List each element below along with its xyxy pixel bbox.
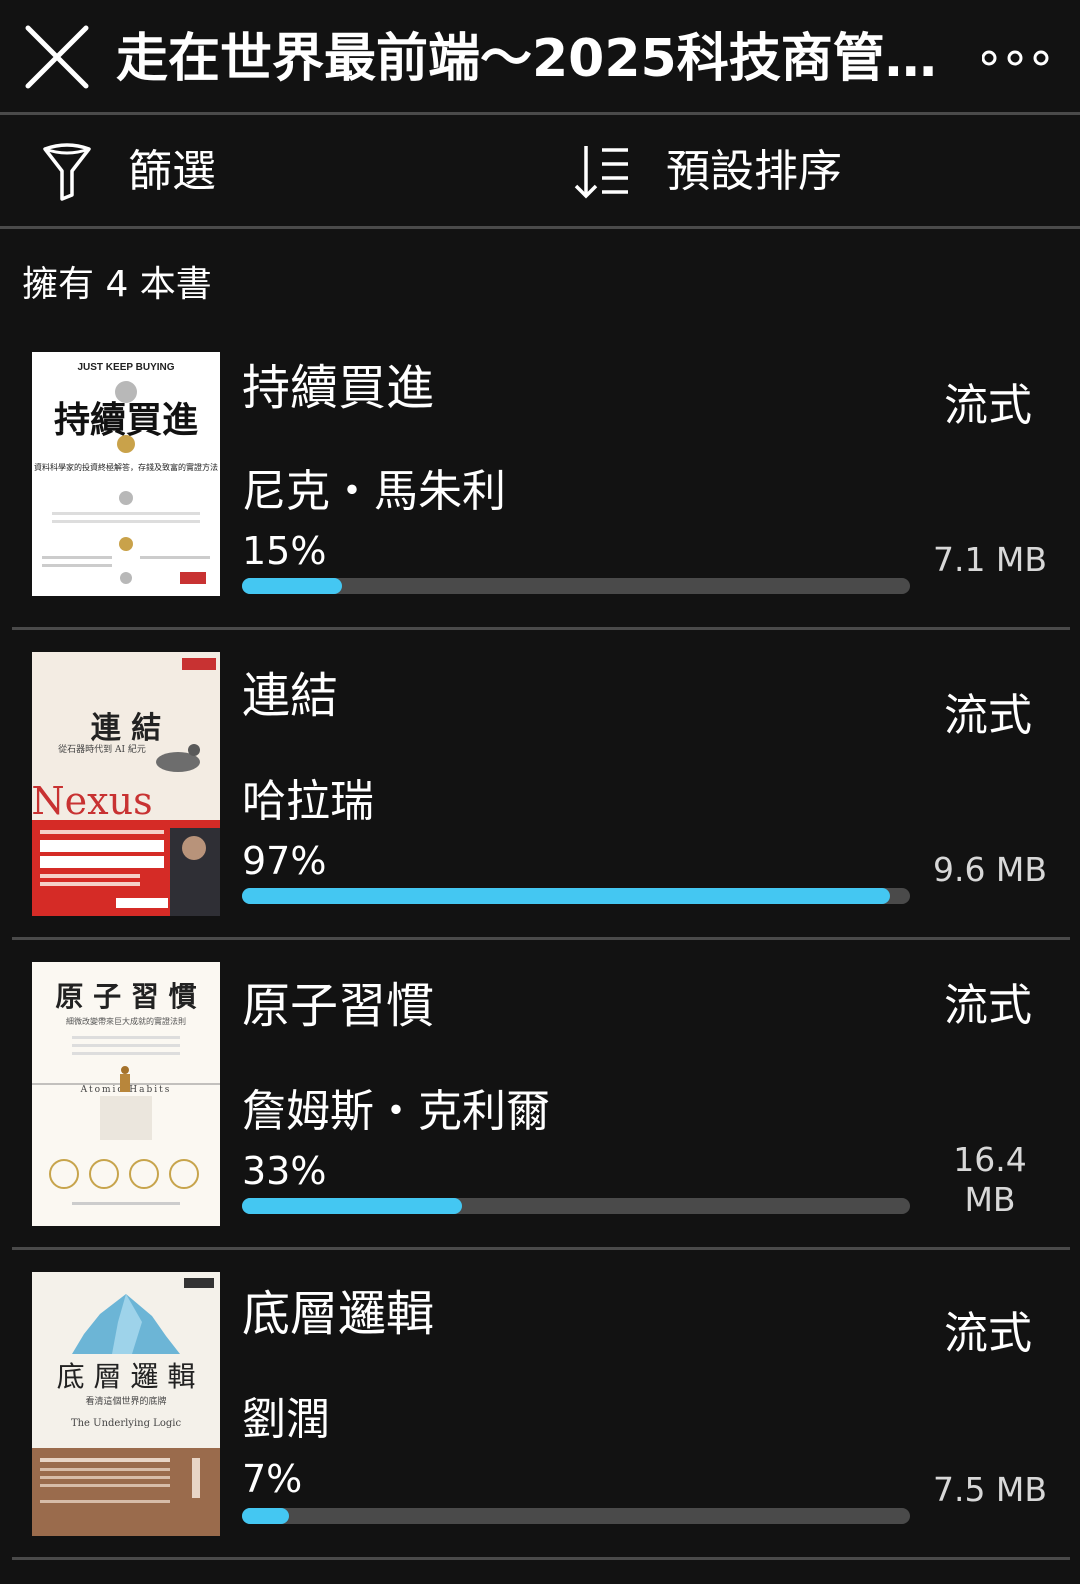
book-author: 劉潤 <box>242 1394 330 1445</box>
cover-tagline: Nexus <box>32 779 153 823</box>
toolbar-divider <box>0 226 1080 229</box>
toolbar: 篩選 預設排序 <box>0 116 1080 228</box>
book-format: 流式 <box>944 980 1032 1031</box>
cover-tagline: The Underlying Logic <box>71 1418 182 1429</box>
filter-button[interactable]: 篩選 <box>42 142 216 202</box>
progress-percent: 33% <box>242 1149 327 1193</box>
book-title: 原子習慣 <box>242 978 435 1034</box>
sort-descending-icon <box>574 146 628 199</box>
list-divider <box>12 1557 1070 1560</box>
book-cover: 底 層 邏 輯 看清這個世界的底牌 The Underlying Logic <box>32 1272 220 1536</box>
book-item[interactable]: 底 層 邏 輯 看清這個世界的底牌 The Underlying Logic 底… <box>0 1270 1080 1570</box>
progress-bar <box>242 578 910 594</box>
list-divider <box>12 937 1070 940</box>
book-title: 底層邏輯 <box>242 1286 435 1342</box>
sort-button[interactable]: 預設排序 <box>574 142 842 202</box>
more-options-button[interactable] <box>981 44 1052 72</box>
progress-bar-fill <box>242 1198 463 1214</box>
filter-funnel-icon <box>43 143 91 201</box>
progress-percent: 15% <box>242 529 327 573</box>
sort-label: 預設排序 <box>666 146 842 197</box>
progress-bar-fill <box>242 1508 289 1524</box>
book-author: 尼克・馬朱利 <box>242 466 506 517</box>
list-divider <box>12 1247 1070 1250</box>
top-bar: 走在世界最前端～2025科技商管閱... <box>0 0 1080 114</box>
progress-bar-fill <box>242 888 890 904</box>
book-item[interactable]: 連 結 從石器時代到 AI 紀元 Nexus 連結 流式 哈拉瑞 97% 9.6… <box>0 650 1080 950</box>
cover-headline: 底 層 邏 輯 <box>57 1360 196 1393</box>
book-author: 詹姆斯・克利爾 <box>242 1086 550 1137</box>
cover-subtitle: 從石器時代到 AI 紀元 <box>58 743 146 755</box>
header-divider <box>0 112 1080 115</box>
book-item[interactable]: 原 子 習 慣 細微改變帶來巨大成就的實證法則 Atomic Habits 原子… <box>0 962 1080 1262</box>
filter-label: 篩選 <box>128 146 216 197</box>
close-icon <box>25 25 89 89</box>
book-author: 哈拉瑞 <box>242 776 374 827</box>
book-format: 流式 <box>944 380 1032 431</box>
list-divider <box>12 627 1070 630</box>
book-item[interactable]: JUST KEEP BUYING 持續買進 資料科學家的投資終極解答，存錢及致富… <box>0 350 1080 650</box>
cover-subtitle: 細微改變帶來巨大成就的實證法則 <box>66 1016 186 1026</box>
close-button[interactable] <box>24 24 90 90</box>
progress-bar <box>242 1508 910 1524</box>
file-size: 7.5 MB <box>932 1470 1048 1509</box>
book-title: 持續買進 <box>242 360 435 416</box>
cover-headline: 連 結 <box>91 711 161 746</box>
progress-bar <box>242 1198 910 1214</box>
book-format: 流式 <box>944 1308 1032 1359</box>
book-title: 連結 <box>242 668 339 724</box>
progress-percent: 7% <box>242 1457 303 1501</box>
cover-headline: 原 子 習 慣 <box>55 980 196 1013</box>
page-title: 走在世界最前端～2025科技商管閱... <box>116 29 946 89</box>
file-size: 9.6 MB <box>932 850 1048 889</box>
file-size: 7.1 MB <box>932 540 1048 579</box>
file-size: 16.4 MB <box>953 1140 1027 1219</box>
progress-bar <box>242 888 910 904</box>
cover-subtitle: 看清這個世界的底牌 <box>85 1395 166 1407</box>
book-cover: 原 子 習 慣 細微改變帶來巨大成就的實證法則 Atomic Habits <box>32 962 220 1226</box>
book-count: 擁有 4 本書 <box>22 264 212 305</box>
book-cover: 連 結 從石器時代到 AI 紀元 Nexus <box>32 652 220 916</box>
more-horizontal-icon <box>981 50 1049 66</box>
cover-tagline: JUST KEEP BUYING <box>77 362 174 373</box>
book-format: 流式 <box>944 690 1032 741</box>
progress-percent: 97% <box>242 839 327 883</box>
book-cover: JUST KEEP BUYING 持續買進 資料科學家的投資終極解答，存錢及致富… <box>32 352 220 596</box>
cover-subtitle: 資料科學家的投資終極解答，存錢及致富的實證方法 <box>34 462 218 472</box>
progress-bar-fill <box>242 578 343 594</box>
cover-headline: 持續買進 <box>54 399 198 441</box>
